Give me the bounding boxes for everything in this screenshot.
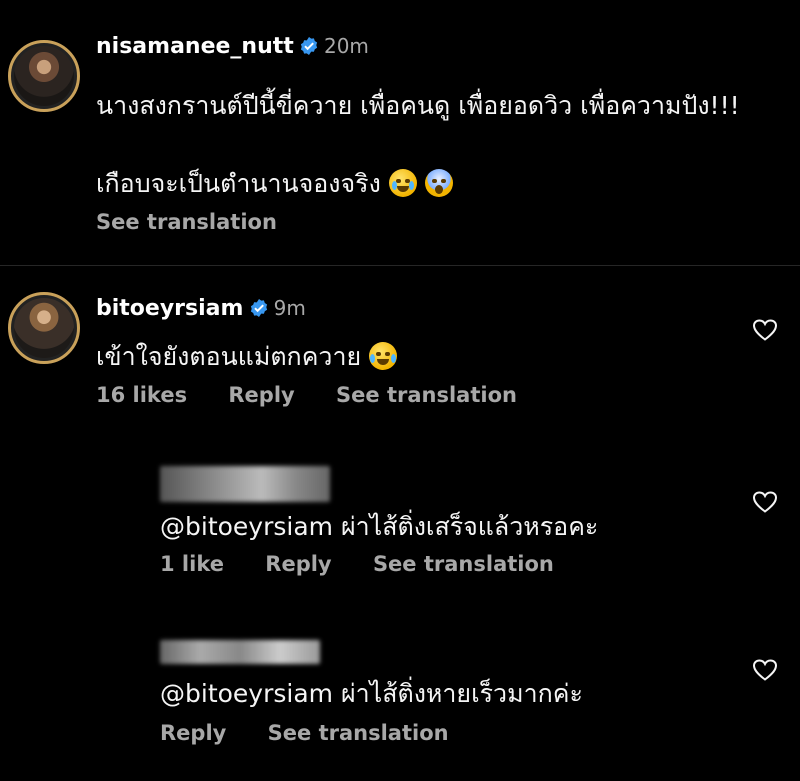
reply-actions: Reply See translation <box>160 721 449 745</box>
reply-button[interactable]: Reply <box>265 552 331 576</box>
see-translation-link[interactable]: See translation <box>268 721 449 745</box>
comment-text: เข้าใจยังตอนแม่ตกควาย <box>96 337 398 377</box>
redacted-username <box>160 466 330 502</box>
see-translation-link[interactable]: See translation <box>373 552 554 576</box>
verified-badge-icon <box>250 299 267 317</box>
reply-text: @bitoeyrsiam ผ่าไส้ติ่งเสร็จแล้วหรอคะ <box>160 512 599 541</box>
heart-icon[interactable] <box>752 318 778 342</box>
comment-text-content: เข้าใจยังตอนแม่ตกควาย <box>96 342 362 371</box>
like-count[interactable]: 1 like <box>160 552 224 576</box>
username[interactable]: nisamanee_nutt <box>96 34 294 59</box>
comment-actions: 16 likes Reply See translation <box>96 383 517 407</box>
see-translation-link[interactable]: See translation <box>336 383 517 407</box>
comment-text: นางสงกรานต์ปีนี้ขี่ควาย เพื่อคนดู เพื่อย… <box>96 91 740 120</box>
comment-header: nisamanee_nutt 20m <box>96 34 369 59</box>
screaming-face-emoji <box>424 169 453 197</box>
tears-of-joy-emoji <box>369 342 398 370</box>
divider <box>0 265 800 266</box>
reply-actions: 1 like Reply See translation <box>160 552 554 576</box>
comment-text-line2: เกือบจะเป็นตำนานจองจริง <box>96 164 453 204</box>
comment-header: bitoeyrsiam 9m <box>96 296 306 321</box>
reply-button[interactable]: Reply <box>160 721 226 745</box>
reply-button[interactable]: Reply <box>228 383 294 407</box>
redacted-username <box>160 640 320 664</box>
avatar[interactable] <box>8 292 80 364</box>
timestamp: 20m <box>323 34 369 58</box>
see-translation-link[interactable]: See translation <box>96 210 277 234</box>
username[interactable]: bitoeyrsiam <box>96 296 243 321</box>
like-count[interactable]: 16 likes <box>96 383 187 407</box>
reply-text: @bitoeyrsiam ผ่าไส้ติ่งหายเร็วมากค่ะ <box>160 679 583 708</box>
timestamp: 9m <box>273 296 306 320</box>
comment-text-line2-text: เกือบจะเป็นตำนานจองจริง <box>96 169 381 198</box>
heart-icon[interactable] <box>752 490 778 514</box>
verified-badge-icon <box>300 37 317 55</box>
loudly-crying-face-emoji <box>388 169 417 197</box>
heart-icon[interactable] <box>752 658 778 682</box>
avatar[interactable] <box>8 40 80 112</box>
